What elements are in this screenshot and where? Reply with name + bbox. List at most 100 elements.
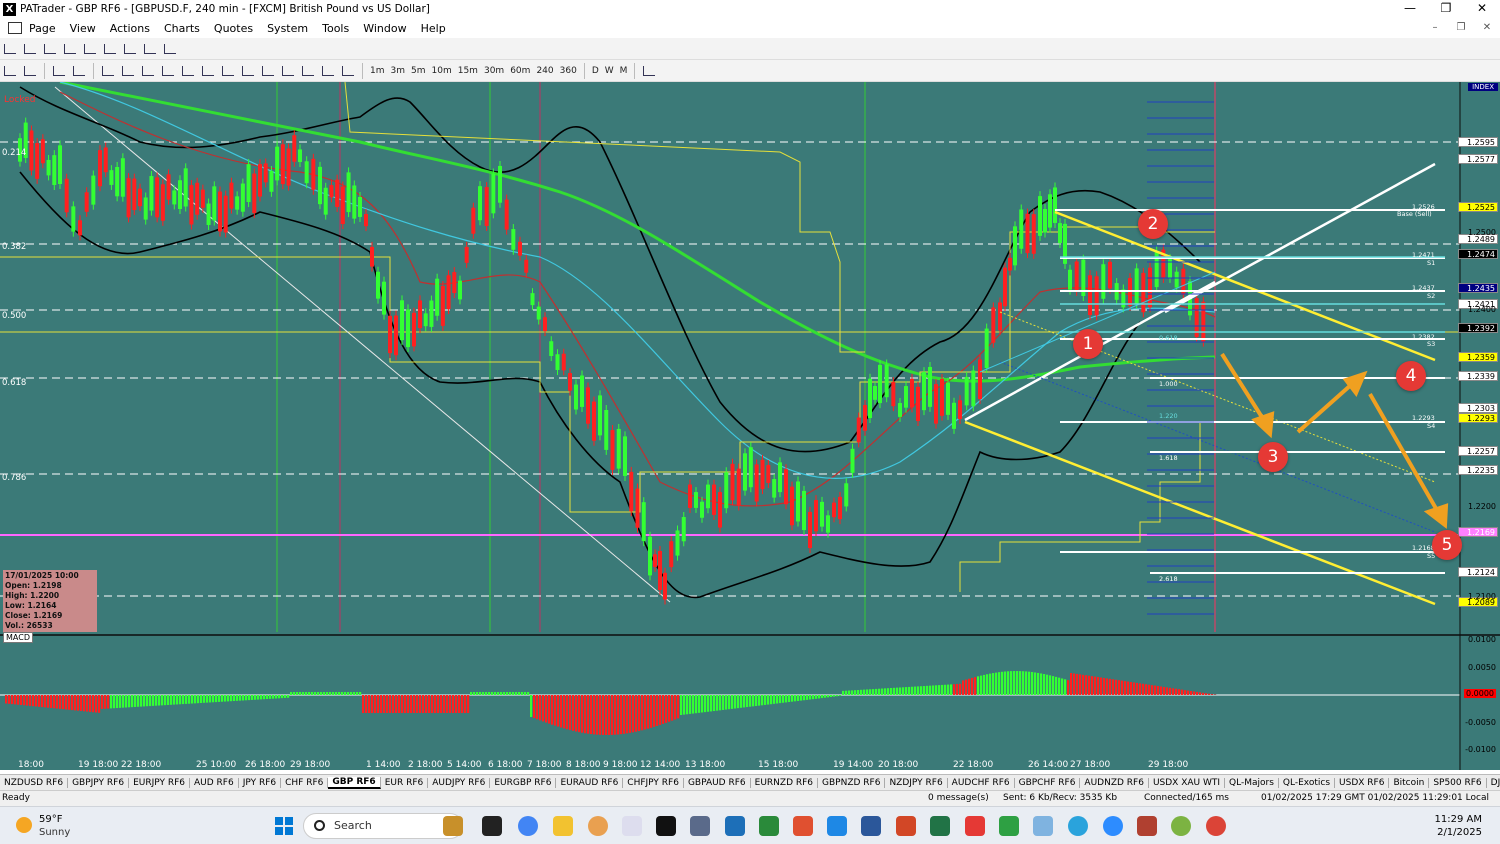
symbol-tab[interactable]: AUDCHF RF6 bbox=[948, 777, 1015, 788]
gann-icon[interactable] bbox=[339, 63, 357, 79]
symbol-tab[interactable]: Bitcoin bbox=[1389, 777, 1430, 788]
sell-icon[interactable] bbox=[21, 63, 39, 79]
timeframe-3m[interactable]: 3m bbox=[388, 66, 409, 76]
trendline-icon[interactable] bbox=[159, 63, 177, 79]
app-icon-ic[interactable] bbox=[656, 816, 676, 836]
mdi-restore-button[interactable]: ❐ bbox=[1448, 18, 1474, 38]
symbol-tab[interactable]: EURNZD RF6 bbox=[751, 777, 819, 788]
menu-page[interactable]: Page bbox=[22, 22, 63, 35]
clock-time[interactable]: 11:29 AM bbox=[1435, 814, 1482, 825]
app-icon-c-green[interactable] bbox=[999, 816, 1019, 836]
price-chart[interactable]: Locked INDEX 0.214 0.382 0.500 0.618 0.7… bbox=[0, 82, 1500, 770]
area-chart-icon[interactable] bbox=[81, 41, 99, 57]
symbol-tab[interactable]: EURGBP RF6 bbox=[490, 777, 557, 788]
app-icon-w[interactable] bbox=[1171, 816, 1191, 836]
timeframe-d[interactable]: D bbox=[589, 66, 602, 76]
timeframe-m[interactable]: M bbox=[617, 66, 631, 76]
page-icon[interactable] bbox=[8, 22, 22, 34]
pitchfork-icon[interactable] bbox=[319, 63, 337, 79]
fib-retracement-icon[interactable] bbox=[199, 63, 217, 79]
menu-view[interactable]: View bbox=[63, 22, 103, 35]
app-icon-screen[interactable] bbox=[1033, 816, 1053, 836]
timeframe-30m[interactable]: 30m bbox=[481, 66, 507, 76]
symbol-tab[interactable]: DJIA bbox=[1487, 778, 1500, 788]
menu-actions[interactable]: Actions bbox=[103, 22, 157, 35]
close-button[interactable]: ✕ bbox=[1464, 0, 1500, 18]
word-icon[interactable] bbox=[861, 816, 881, 836]
trading-app-icon[interactable] bbox=[759, 816, 779, 836]
text-icon[interactable] bbox=[299, 63, 317, 79]
weather-condition[interactable]: Sunny bbox=[39, 827, 70, 838]
taskbar-search[interactable]: Search bbox=[303, 813, 463, 839]
app-icon-c-red[interactable] bbox=[965, 816, 985, 836]
minimize-button[interactable]: — bbox=[1392, 0, 1428, 18]
fib-fan-icon[interactable] bbox=[239, 63, 257, 79]
symbol-tab[interactable]: JPY RF6 bbox=[239, 777, 282, 788]
ohlc-chart-icon[interactable] bbox=[41, 41, 59, 57]
chrome-profile-icon[interactable] bbox=[1206, 816, 1226, 836]
powerpoint-icon[interactable] bbox=[896, 816, 916, 836]
mdi-close-button[interactable]: ✕ bbox=[1474, 18, 1500, 38]
app-icon-s-blue[interactable] bbox=[827, 816, 847, 836]
symbol-tab[interactable]: QL-Exotics bbox=[1279, 777, 1336, 788]
mdi-minimize-button[interactable]: – bbox=[1422, 18, 1448, 38]
cursor-icon[interactable] bbox=[99, 63, 117, 79]
file-explorer-icon[interactable] bbox=[553, 816, 573, 836]
timeframe-15m[interactable]: 15m bbox=[455, 66, 481, 76]
timeframe-10m[interactable]: 10m bbox=[429, 66, 455, 76]
symbol-tab[interactable]: GBPCHF RF6 bbox=[1015, 777, 1081, 788]
buy-icon[interactable] bbox=[1, 63, 19, 79]
symbol-tab[interactable]: AUD RF6 bbox=[190, 777, 239, 788]
channel-icon[interactable] bbox=[179, 63, 197, 79]
notes-icon[interactable] bbox=[725, 816, 745, 836]
symbol-tab[interactable]: USDX XAU WTI bbox=[1149, 777, 1226, 788]
chrome-icon[interactable] bbox=[518, 816, 538, 836]
symbol-tab[interactable]: AUDJPY RF6 bbox=[428, 777, 491, 788]
line-chart-icon[interactable] bbox=[61, 41, 79, 57]
chart-icon[interactable] bbox=[50, 63, 68, 79]
timeframe-360[interactable]: 360 bbox=[557, 66, 580, 76]
zoom-in-icon[interactable] bbox=[101, 41, 119, 57]
symbol-tab[interactable]: GBPAUD RF6 bbox=[684, 777, 751, 788]
hline-icon[interactable] bbox=[119, 63, 137, 79]
symbol-tab[interactable]: GBPJPY RF6 bbox=[68, 777, 130, 788]
weather-temperature[interactable]: 59°F bbox=[39, 814, 62, 825]
chart-canvas[interactable] bbox=[0, 82, 1500, 770]
symbol-tab[interactable]: GBP RF6 bbox=[328, 776, 381, 789]
vline-icon[interactable] bbox=[139, 63, 157, 79]
clock-date[interactable]: 2/1/2025 bbox=[1437, 827, 1482, 838]
task-view-icon[interactable] bbox=[482, 816, 502, 836]
windows-start-icon[interactable] bbox=[275, 817, 293, 835]
fib-extension-icon[interactable] bbox=[219, 63, 237, 79]
timeframe-1m[interactable]: 1m bbox=[367, 66, 388, 76]
timeframe-240[interactable]: 240 bbox=[533, 66, 556, 76]
app-icon-orange[interactable] bbox=[588, 816, 608, 836]
timeframe-5m[interactable]: 5m bbox=[408, 66, 429, 76]
symbol-tab[interactable]: CHF RF6 bbox=[281, 777, 329, 788]
sun-icon[interactable] bbox=[16, 817, 32, 833]
crosshair-icon[interactable] bbox=[70, 63, 88, 79]
symbol-tab[interactable]: NZDJPY RF6 bbox=[885, 777, 948, 788]
clock-icon[interactable] bbox=[640, 63, 658, 79]
autoscale-icon[interactable] bbox=[141, 41, 159, 57]
zoom-icon[interactable] bbox=[1103, 816, 1123, 836]
menu-window[interactable]: Window bbox=[356, 22, 413, 35]
app-icon-store[interactable] bbox=[1137, 816, 1157, 836]
menu-help[interactable]: Help bbox=[414, 22, 453, 35]
candle-chart-icon[interactable] bbox=[21, 41, 39, 57]
symbol-tab[interactable]: CHFJPY RF6 bbox=[623, 777, 684, 788]
briefcase-app-icon[interactable] bbox=[443, 816, 463, 836]
excel-icon[interactable] bbox=[930, 816, 950, 836]
menu-charts[interactable]: Charts bbox=[157, 22, 207, 35]
calculator-icon[interactable] bbox=[690, 816, 710, 836]
timeframe-w[interactable]: W bbox=[602, 66, 617, 76]
menu-system[interactable]: System bbox=[260, 22, 315, 35]
symbol-tab[interactable]: EURJPY RF6 bbox=[129, 777, 190, 788]
maximize-button[interactable]: ❐ bbox=[1428, 0, 1464, 18]
telegram-icon[interactable] bbox=[1068, 816, 1088, 836]
bar-chart-icon[interactable] bbox=[1, 41, 19, 57]
symbol-tab[interactable]: EURAUD RF6 bbox=[556, 777, 624, 788]
indicator-icon[interactable] bbox=[161, 41, 179, 57]
rectangle-icon[interactable] bbox=[279, 63, 297, 79]
zoom-out-icon[interactable] bbox=[121, 41, 139, 57]
